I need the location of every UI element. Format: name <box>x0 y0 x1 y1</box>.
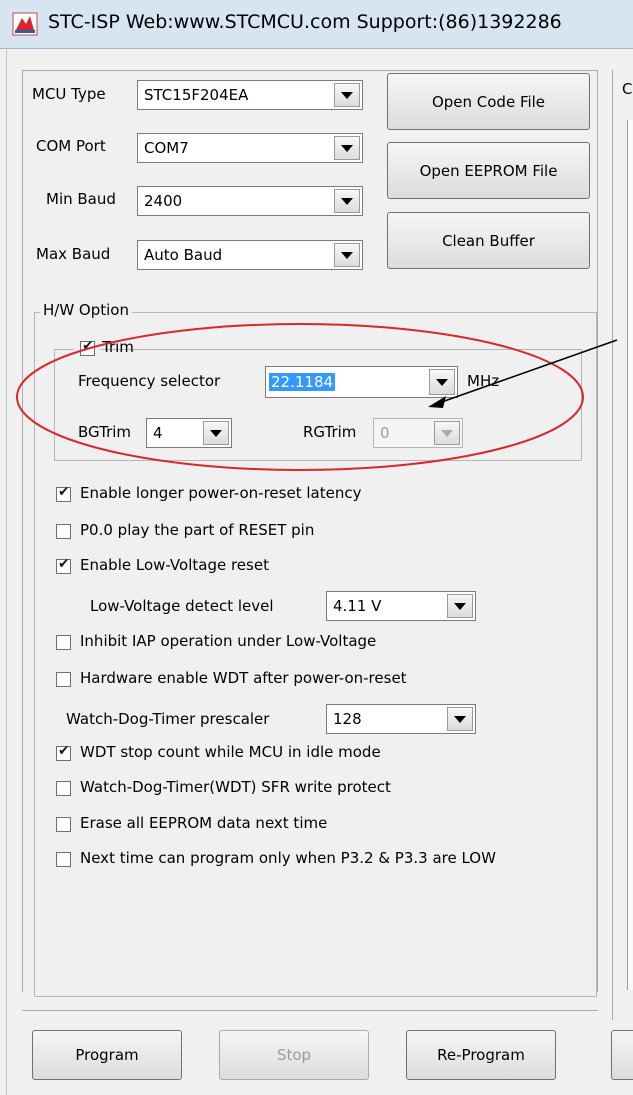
annotation-arrow-line <box>435 339 618 405</box>
annotation-overlay <box>16 323 618 471</box>
annotation-ellipse <box>16 323 584 471</box>
annotation-arrowhead <box>428 396 446 408</box>
